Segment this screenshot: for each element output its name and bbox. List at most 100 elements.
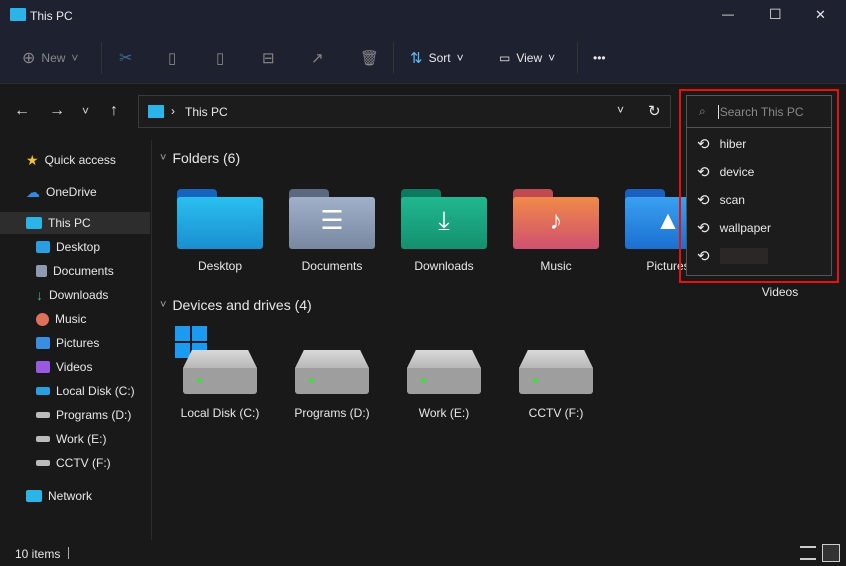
cloud-icon: ☁ — [26, 183, 40, 200]
drive-cctv-f[interactable]: CCTV (F:) — [513, 330, 599, 420]
folder-label: Desktop — [197, 259, 243, 273]
large-icons-view-button[interactable] — [822, 544, 840, 562]
drive-label: Work (E:) — [418, 406, 470, 420]
chevron-down-icon: ˅ — [71, 51, 79, 65]
drive-label: Local Disk (C:) — [180, 406, 260, 420]
sidebar-label: Quick access — [44, 153, 116, 167]
sidebar-item-desktop[interactable]: Desktop — [36, 236, 186, 258]
sidebar-label: Documents — [53, 264, 114, 278]
delete-icon[interactable]: 🗑 — [360, 48, 379, 68]
this-pc-icon — [10, 8, 26, 21]
sidebar-item-quick-access[interactable]: ★ Quick access — [26, 149, 176, 171]
videos-icon — [36, 361, 50, 373]
folder-downloads[interactable]: ⤓ Downloads — [401, 183, 487, 273]
plus-icon: ⊕ — [22, 50, 36, 67]
sort-label: Sort — [428, 51, 451, 65]
up-button[interactable]: ↑ — [110, 102, 118, 120]
paste-icon[interactable]: ▯ — [216, 48, 224, 68]
folders-section-header[interactable]: ˅ Folders (6) — [160, 150, 240, 166]
title-bar: This PC — ☐ ✕ — [0, 0, 846, 32]
folder-label: Downloads — [414, 259, 474, 273]
address-dropdown-icon[interactable]: ˅ — [617, 103, 624, 117]
breadcrumb-this-pc[interactable]: This PC — [185, 105, 228, 119]
sidebar-item-programs-d[interactable]: Programs (D:) — [36, 404, 186, 426]
folder-desktop[interactable]: Desktop — [177, 183, 263, 273]
sidebar-label: Local Disk (C:) — [56, 384, 135, 398]
more-options-button[interactable]: ••• — [593, 48, 606, 68]
document-lines-icon: ☰ — [320, 205, 344, 235]
sidebar-item-work-e[interactable]: Work (E:) — [36, 428, 186, 450]
cut-icon[interactable]: ✂ — [119, 48, 132, 68]
breadcrumb-separator: › — [171, 104, 175, 118]
section-title: Folders (6) — [172, 150, 241, 166]
address-bar[interactable]: › This PC ˅ ↻ — [138, 95, 671, 128]
command-bar: ⊕ New ˅ ✂ ▯ ▯ ⊟ ↗ 🗑 ⇅ Sort ˅ ▭ View ˅ ••• — [0, 32, 846, 84]
drive-icon — [36, 387, 50, 395]
chevron-down-icon: ˅ — [160, 299, 167, 311]
sidebar-item-documents[interactable]: Documents — [36, 260, 186, 282]
view-icon: ▭ — [499, 51, 511, 65]
sidebar-label: Pictures — [56, 336, 100, 350]
sidebar-label: Programs (D:) — [56, 408, 132, 422]
pictures-icon — [36, 337, 50, 349]
sidebar-item-videos[interactable]: Videos — [36, 356, 186, 378]
sidebar-label: Work (E:) — [56, 432, 107, 446]
star-icon: ★ — [26, 151, 39, 168]
drive-local-disk-c[interactable]: Local Disk (C:) — [175, 326, 263, 420]
maximize-button[interactable]: ☐ — [769, 6, 782, 23]
drive-icon — [36, 436, 50, 442]
divider — [68, 547, 69, 559]
back-button[interactable]: ← — [14, 102, 30, 120]
rename-icon[interactable]: ⊟ — [262, 48, 275, 68]
download-arrow-icon: ⤓ — [438, 205, 450, 235]
minimize-button[interactable]: — — [722, 7, 734, 21]
status-bar: 10 items — [0, 543, 846, 566]
new-button[interactable]: ⊕ New ˅ — [22, 48, 78, 68]
details-view-button[interactable] — [800, 546, 816, 560]
new-label: New — [41, 51, 66, 65]
recent-locations-button[interactable]: ˅ — [82, 104, 89, 118]
folder-documents[interactable]: ☰ Documents — [289, 183, 375, 273]
sidebar-label: CCTV (F:) — [56, 456, 111, 470]
copy-icon[interactable]: ▯ — [168, 48, 176, 68]
folder-label: Music — [540, 259, 572, 273]
sidebar-label: This PC — [48, 216, 91, 230]
drives-section-header[interactable]: ˅ Devices and drives (4) — [160, 297, 312, 313]
drive-work-e[interactable]: Work (E:) — [401, 330, 487, 420]
chevron-down-icon: ˅ — [548, 51, 556, 65]
music-note-icon: ♪ — [549, 205, 563, 235]
drive-icon — [289, 350, 375, 400]
drive-programs-d[interactable]: Programs (D:) — [289, 330, 375, 420]
folder-music[interactable]: ♪ Music — [513, 183, 599, 273]
sidebar-label: Music — [55, 312, 87, 326]
share-icon[interactable]: ↗ — [311, 48, 324, 68]
desktop-icon — [36, 241, 50, 253]
drive-icon — [36, 412, 50, 418]
sidebar-item-onedrive[interactable]: ☁ OneDrive — [26, 181, 176, 203]
sort-icon: ⇅ — [410, 50, 423, 67]
monitor-icon — [26, 217, 42, 229]
forward-button[interactable]: → — [49, 102, 65, 120]
sidebar-item-cctv-f[interactable]: CCTV (F:) — [36, 452, 186, 474]
drive-icon — [36, 460, 50, 466]
drive-label: Programs (D:) — [294, 406, 370, 420]
drive-icon — [401, 350, 487, 400]
chevron-down-icon: ˅ — [456, 51, 464, 65]
annotation-highlight-box — [679, 89, 839, 283]
sidebar-item-network[interactable]: Network — [26, 485, 176, 507]
documents-icon — [36, 265, 47, 277]
close-button[interactable]: ✕ — [815, 7, 826, 23]
navigation-pane: ★ Quick access ☁ OneDrive This PC Desktop … — [0, 140, 152, 540]
window-title: This PC — [30, 9, 73, 23]
sidebar-item-pictures[interactable]: Pictures — [36, 332, 186, 354]
sidebar-item-local-disk-c[interactable]: Local Disk (C:) — [36, 380, 186, 402]
view-button[interactable]: ▭ View ˅ — [499, 48, 555, 68]
refresh-icon[interactable]: ↻ — [648, 102, 661, 120]
sidebar-item-this-pc[interactable]: This PC — [0, 212, 150, 234]
folder-label: Documents — [301, 259, 363, 273]
item-count: 10 items — [15, 547, 61, 561]
sidebar-label: Downloads — [49, 288, 109, 302]
folder-videos[interactable]: Videos — [737, 285, 823, 299]
sort-button[interactable]: ⇅ Sort ˅ — [410, 48, 464, 68]
section-title: Devices and drives (4) — [172, 297, 312, 313]
